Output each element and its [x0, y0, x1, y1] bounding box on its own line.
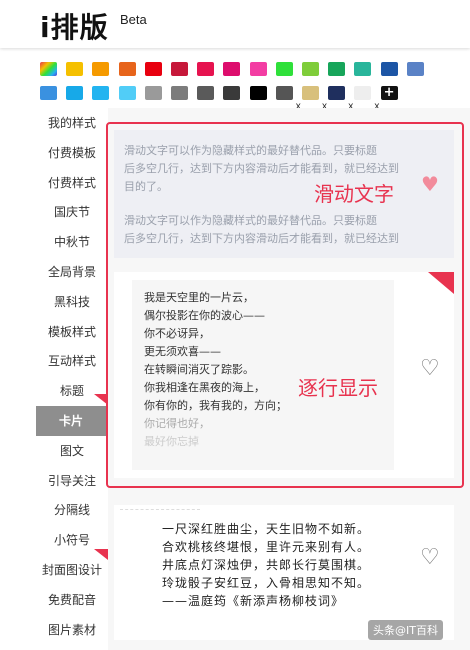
sidebar: 我的样式 付费模板 付费样式 国庆节 中秋节 全局背景 黑科技 模板样式 互动样式 标题 卡片 图文引…	[36, 108, 109, 650]
color-swatch[interactable]	[118, 62, 136, 76]
sidebar-item[interactable]: 黑科技	[36, 287, 108, 317]
app-logo[interactable]: i排版	[40, 6, 109, 46]
sidebar-item[interactable]: 引导关注	[36, 466, 108, 496]
sidebar-item[interactable]: 付费模板	[36, 138, 108, 168]
sidebar-item[interactable]: 免费配音	[36, 585, 108, 615]
color-swatch[interactable]	[144, 86, 162, 100]
sidebar-item[interactable]: 全局背景	[36, 257, 108, 287]
color-swatch[interactable]	[40, 86, 57, 100]
sidebar-item[interactable]: 中秋节	[36, 227, 108, 257]
color-swatch[interactable]	[249, 86, 267, 100]
color-swatch[interactable]: x	[275, 86, 301, 112]
color-swatch[interactable]	[328, 62, 346, 76]
sidebar-item[interactable]: 模板样式	[36, 317, 108, 347]
color-swatch[interactable]	[275, 62, 293, 76]
watermark: 头条@IT百科	[368, 620, 443, 640]
color-swatch[interactable]	[92, 62, 110, 76]
color-swatch[interactable]	[223, 86, 241, 100]
divider	[120, 509, 200, 511]
color-swatch[interactable]	[223, 62, 241, 76]
color-swatch[interactable]	[302, 62, 319, 76]
sidebar-item[interactable]: 分隔线	[36, 495, 108, 525]
poem-line: 一尺深红胜曲尘，天生旧物不如新。	[162, 522, 371, 536]
color-palette: x x x x +	[40, 58, 460, 112]
color-swatch[interactable]	[144, 62, 162, 76]
poem-line: 合欢桃核终堪恨，里许元来别有人。	[162, 540, 371, 554]
color-swatch[interactable]	[171, 62, 188, 76]
color-swatch[interactable]	[406, 62, 424, 76]
color-swatch[interactable]	[354, 62, 372, 76]
color-swatch[interactable]	[66, 86, 84, 100]
color-swatch[interactable]	[249, 62, 267, 76]
heart-outline-icon[interactable]: ♡	[420, 545, 440, 570]
add-color-button[interactable]: +	[380, 86, 398, 100]
color-swatch[interactable]: x	[328, 86, 353, 112]
color-swatch[interactable]	[66, 62, 84, 76]
beta-label: Beta	[120, 12, 147, 27]
sidebar-item[interactable]: 卡片	[36, 406, 106, 436]
sidebar-item[interactable]: 图片素材	[36, 615, 108, 645]
color-swatch[interactable]: x	[354, 86, 379, 112]
color-swatch[interactable]	[380, 62, 398, 76]
header: i排版 Beta	[0, 0, 470, 48]
poem-line: 玲珑骰子安红豆，入骨相思知不知。	[162, 576, 371, 590]
color-swatch[interactable]	[197, 62, 215, 76]
highlight-frame	[106, 122, 464, 488]
sidebar-item[interactable]: 国庆节	[36, 197, 108, 227]
color-swatch[interactable]	[171, 86, 188, 100]
poem-line: 井底点灯深烛伊，共郎长行莫围棋。	[162, 558, 371, 572]
poem-line: ——温庭筠《新添声杨柳枝词》	[162, 594, 345, 608]
corner-marker	[94, 549, 108, 560]
sidebar-item[interactable]: 互动样式	[36, 346, 108, 376]
sidebar-item[interactable]: 付费样式	[36, 168, 108, 198]
color-swatch[interactable]	[40, 62, 57, 76]
color-swatch[interactable]	[197, 86, 215, 100]
sidebar-item[interactable]: 图文	[36, 436, 108, 466]
color-swatch[interactable]: x	[302, 86, 327, 112]
color-swatch[interactable]	[118, 86, 136, 100]
sidebar-item[interactable]: 我的样式	[36, 108, 108, 138]
color-swatch[interactable]	[92, 86, 110, 100]
